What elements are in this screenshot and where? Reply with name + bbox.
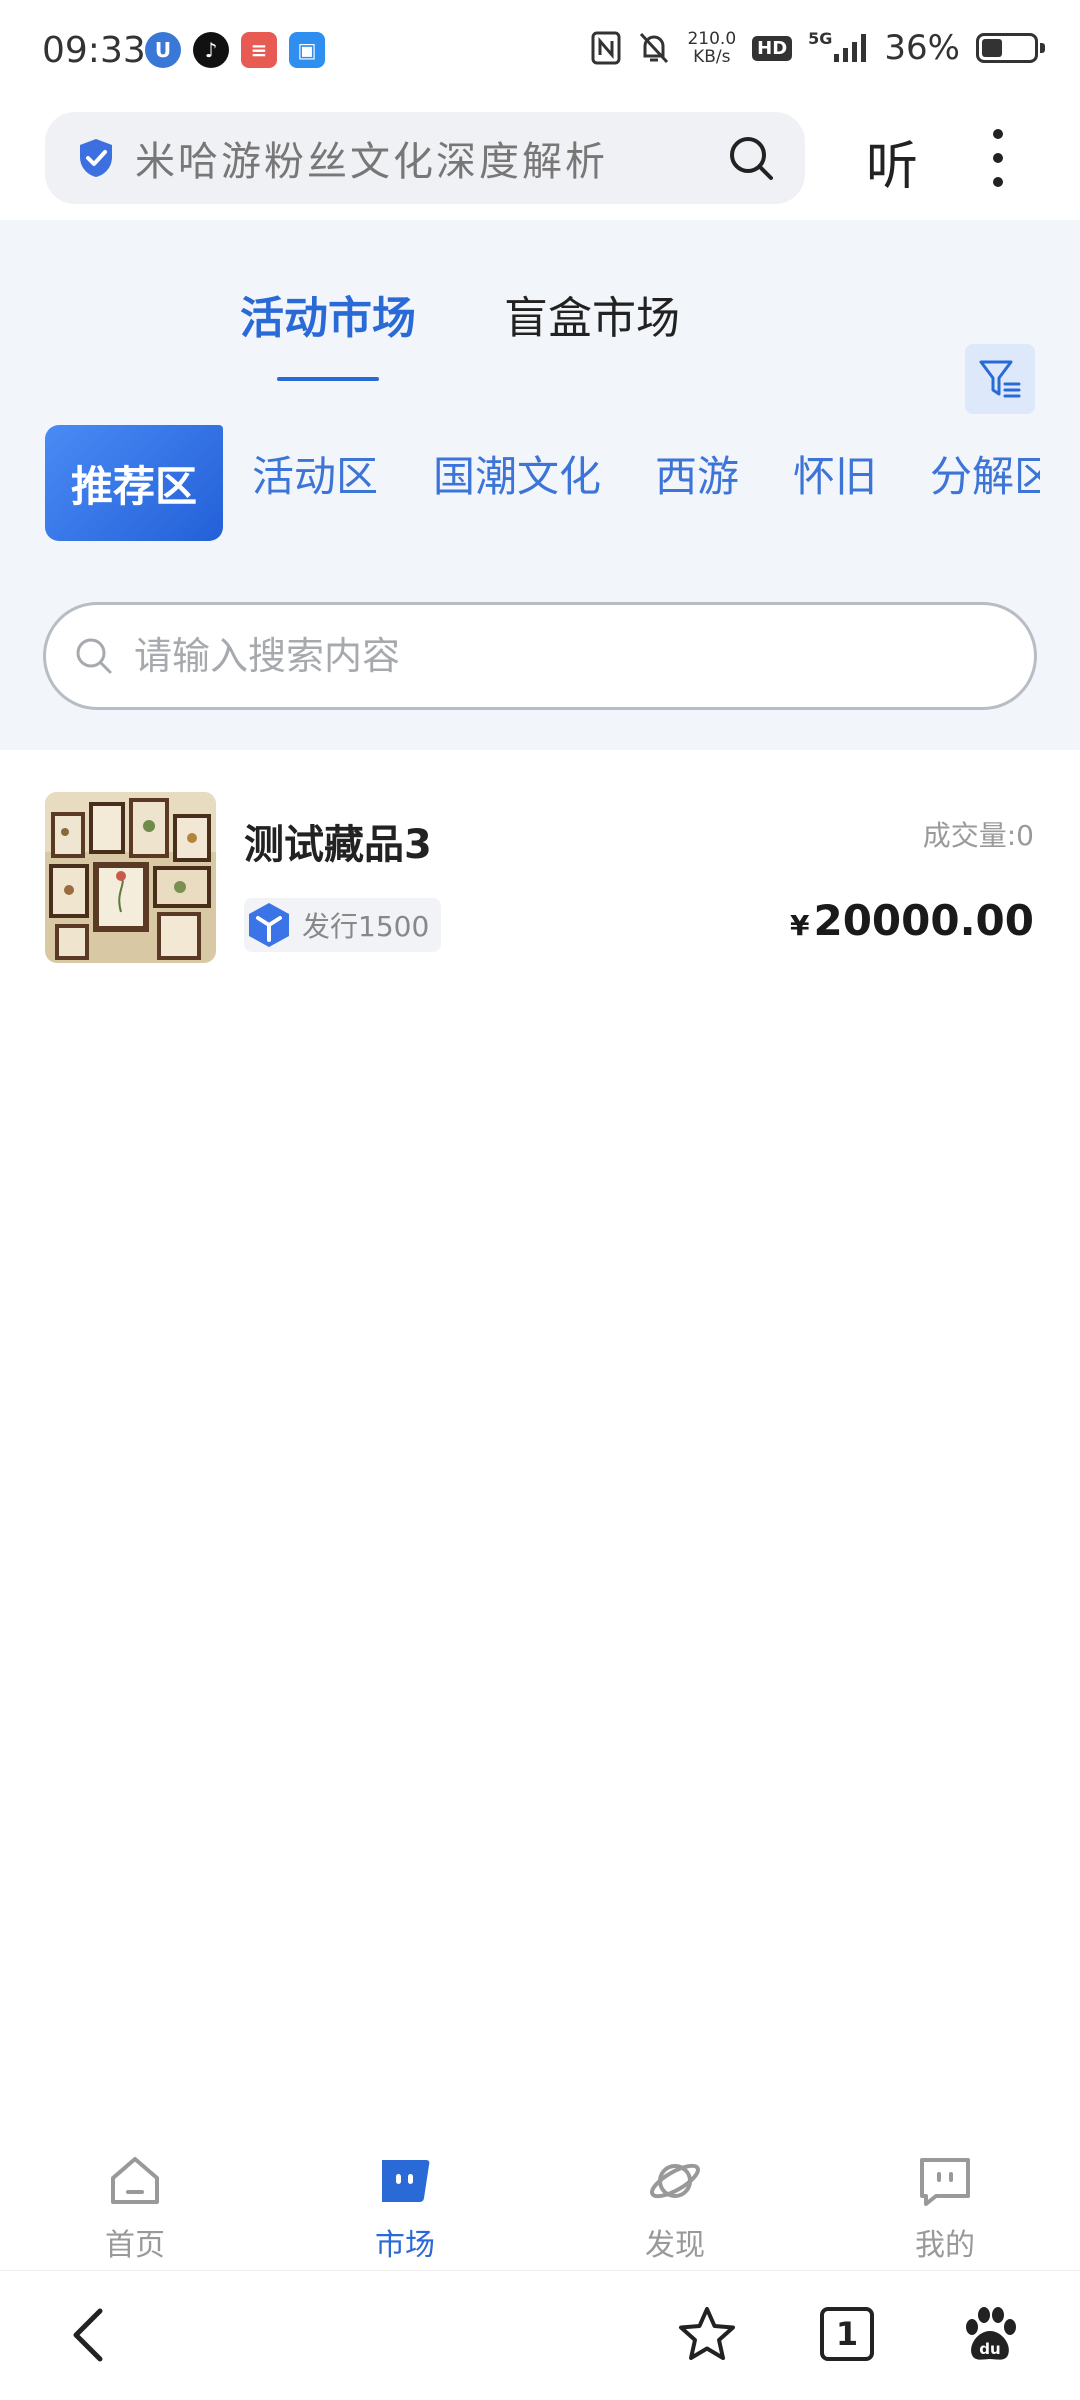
tabbar-item-discover[interactable]: 发现 (595, 2152, 755, 2264)
tabbar-item-market[interactable]: 市场 (325, 2152, 485, 2264)
address-text: 米哈游粉丝文化深度解析 (135, 139, 608, 185)
status-bar: 09:33 U ♪ ≡ ▣ 210.0 KB/s HD 5G 36% (0, 0, 1080, 100)
list-item[interactable]: 测试藏品3 发行1500 成交量:0 ¥20000.00 (0, 750, 1080, 990)
profile-icon (920, 2158, 970, 2206)
tabbar-label: 首页 (105, 2228, 165, 2263)
tabbar-label: 我的 (915, 2228, 975, 2263)
back-icon[interactable] (60, 2303, 124, 2367)
app-u-icon: U (145, 32, 181, 68)
issue-count: 发行1500 (302, 910, 430, 943)
battery-level (982, 39, 1003, 57)
battery-icon (976, 33, 1045, 63)
shield-check-icon (80, 139, 112, 177)
filter-icon (979, 360, 1021, 398)
home-icon (111, 2157, 159, 2204)
tabbar-label: 市场 (375, 2228, 435, 2263)
more-menu-icon[interactable] (990, 128, 1006, 188)
address-bar[interactable]: 米哈游粉丝文化深度解析 (45, 112, 805, 204)
hd-badge: HD (752, 35, 793, 61)
category-chips: 推荐区 活动区 国潮文化 西游 怀旧 分解区 (0, 425, 1080, 545)
cube-badge-icon (249, 903, 289, 947)
browser-nav-bar: 1 du (0, 2270, 1080, 2400)
nfc-icon (591, 31, 621, 65)
search-icon[interactable] (727, 134, 775, 182)
price-value: 20000.00 (813, 896, 1034, 945)
issue-tag: 发行1500 (244, 898, 442, 952)
baidu-paw-icon[interactable]: du (958, 2303, 1022, 2367)
chip-guochao[interactable]: 国潮文化 (433, 443, 601, 504)
item-thumbnail (45, 792, 216, 963)
tabbar-item-home[interactable]: 首页 (55, 2152, 215, 2264)
svg-text:du: du (979, 2340, 1000, 2358)
item-search-input[interactable] (134, 634, 934, 678)
tab-activity-market[interactable]: 活动市场 (240, 282, 416, 346)
chip-recommended[interactable]: 推荐区 (45, 425, 223, 541)
network-speed: 210.0 KB/s (687, 30, 736, 66)
planet-icon (650, 2163, 700, 2199)
status-indicators: 210.0 KB/s HD 5G 36% (591, 28, 1045, 68)
search-icon (76, 638, 112, 674)
currency-symbol: ¥ (789, 909, 810, 942)
picture-frames-image (45, 792, 216, 963)
item-price: ¥20000.00 (790, 896, 1034, 945)
tabbar-label: 发现 (645, 2228, 705, 2263)
market-tabs: 活动市场 盲盒市场 (0, 282, 1080, 414)
chip-decompose[interactable]: 分解区 (930, 443, 1040, 504)
app-tab-bar: 首页 市场 发现 我的 (0, 2130, 1080, 2270)
bell-muted-icon (640, 32, 669, 64)
chip-xiyou[interactable]: 西游 (655, 443, 739, 504)
star-icon[interactable] (675, 2303, 739, 2367)
battery-percent: 36% (884, 28, 960, 68)
listen-button[interactable]: 听 (866, 124, 918, 199)
status-app-icons: U ♪ ≡ ▣ (145, 32, 325, 68)
tabbar-item-mine[interactable]: 我的 (865, 2152, 1025, 2264)
item-search-box[interactable] (43, 602, 1037, 710)
browser-bar: 米哈游粉丝文化深度解析 听 (0, 100, 1080, 220)
chip-activity[interactable]: 活动区 (252, 443, 378, 504)
trade-volume: 成交量:0 (922, 819, 1034, 852)
status-time: 09:33 (42, 30, 146, 71)
network-speed-unit: KB/s (693, 47, 731, 67)
network-type: 5G (808, 29, 833, 48)
tab-blindbox-market[interactable]: 盲盒市场 (504, 282, 680, 346)
notes-app-icon: ≡ (241, 32, 277, 68)
signal-indicator: 5G (808, 29, 868, 62)
tab-switcher-button[interactable]: 1 (820, 2307, 874, 2361)
network-speed-value: 210.0 (687, 29, 737, 49)
tiktok-icon: ♪ (193, 32, 229, 68)
item-title: 测试藏品3 (244, 822, 432, 868)
signal-bars-icon (834, 34, 867, 62)
chip-nostalgia[interactable]: 怀旧 (793, 443, 877, 504)
market-icon (382, 2160, 430, 2202)
calendar-app-icon: ▣ (289, 32, 325, 68)
filter-button[interactable] (965, 344, 1035, 414)
active-tab-indicator (277, 377, 379, 381)
